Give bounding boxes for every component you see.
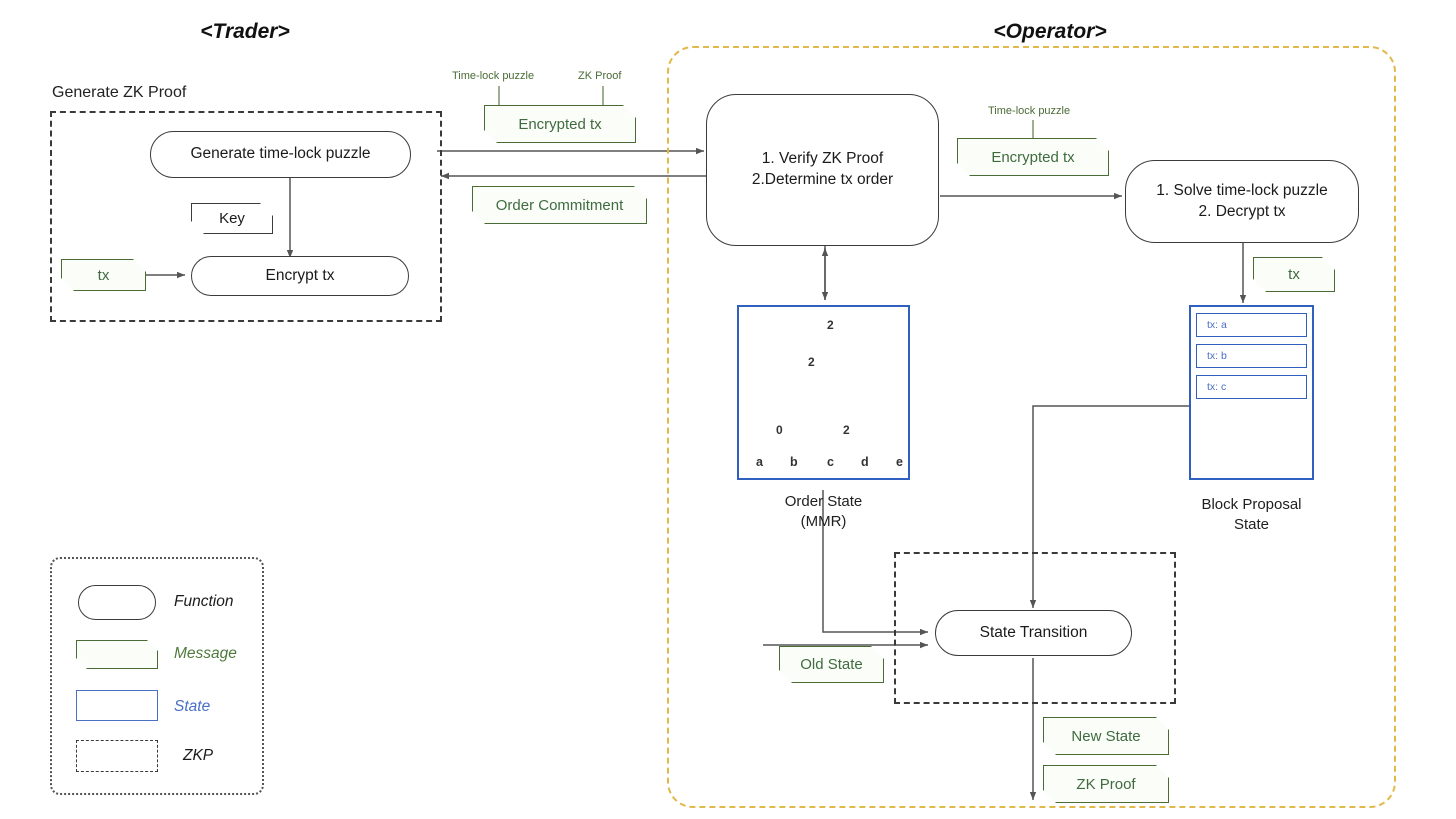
encrypted-tx-tag-timelock: Time-lock puzzle: [452, 70, 535, 82]
new-state-message[interactable]: New State: [1043, 717, 1169, 755]
legend-swatch-message: [76, 640, 158, 669]
legend-label-function: Function: [174, 593, 234, 610]
encrypt-tx-function[interactable]: Encrypt tx: [191, 256, 409, 296]
generate-zk-proof-label: Generate ZK Proof: [52, 84, 187, 101]
order-state-box: [737, 305, 910, 480]
legend-swatch-function: [78, 585, 156, 620]
encrypted-tx-tag-zkproof: ZK Proof: [578, 70, 622, 82]
legend-label-state: State: [174, 698, 211, 715]
solve-and-decrypt-label: 1. Solve time-lock puzzle 2. Decrypt tx: [1156, 181, 1328, 220]
zk-proof-message[interactable]: ZK Proof: [1043, 765, 1169, 803]
lane-title-operator: <Operator>: [993, 20, 1107, 43]
lane-title-trader: <Trader>: [200, 20, 290, 43]
state-transition-function[interactable]: State Transition: [935, 610, 1132, 656]
generate-timelock-puzzle-function[interactable]: Generate time-lock puzzle: [150, 131, 411, 178]
block-entry-row[interactable]: tx: a: [1196, 313, 1307, 337]
solve-and-decrypt-function[interactable]: 1. Solve time-lock puzzle 2. Decrypt tx: [1125, 160, 1359, 243]
block-proposal-caption: Block Proposal State: [1201, 496, 1302, 533]
block-entry-list: tx: a tx: b tx: c: [1196, 313, 1307, 399]
block-entry-row[interactable]: tx: b: [1196, 344, 1307, 368]
legend-swatch-state: [76, 690, 158, 721]
encrypted-tx-tag-timelock-2: Time-lock puzzle: [988, 105, 1071, 117]
old-state-message[interactable]: Old State: [779, 646, 884, 683]
mmr-leaf: d: [861, 455, 869, 469]
mmr-leaf: b: [790, 455, 798, 469]
verify-and-order-function[interactable]: 1. Verify ZK Proof 2.Determine tx order: [706, 94, 939, 246]
mmr-leaf: a: [756, 455, 763, 469]
block-entry-row[interactable]: tx: c: [1196, 375, 1307, 399]
diagram-canvas: <Trader> <Operator> Generate ZK Proof Ge…: [0, 0, 1456, 819]
legend-swatch-zkp: [76, 740, 158, 772]
tx-message-operator[interactable]: tx: [1253, 257, 1335, 292]
mmr-node: 2: [808, 355, 815, 369]
mmr-leaf: e: [896, 455, 903, 469]
legend-label-zkp: ZKP: [183, 747, 214, 764]
encrypted-tx-message-2[interactable]: Encrypted tx: [957, 138, 1109, 176]
key-message[interactable]: Key: [191, 203, 273, 234]
order-state-caption: Order State (MMR): [784, 493, 863, 530]
mmr-leaf: c: [827, 455, 834, 469]
mmr-node: 0: [776, 423, 783, 437]
verify-and-order-label: 1. Verify ZK Proof 2.Determine tx order: [751, 150, 894, 188]
encrypted-tx-message-1[interactable]: Encrypted tx: [484, 105, 636, 143]
mmr-node: 2: [843, 423, 850, 437]
order-commitment-message[interactable]: Order Commitment: [472, 186, 647, 224]
tx-message-trader[interactable]: tx: [61, 259, 146, 291]
legend-label-message: Message: [174, 645, 237, 662]
mmr-node: 2: [827, 318, 834, 332]
